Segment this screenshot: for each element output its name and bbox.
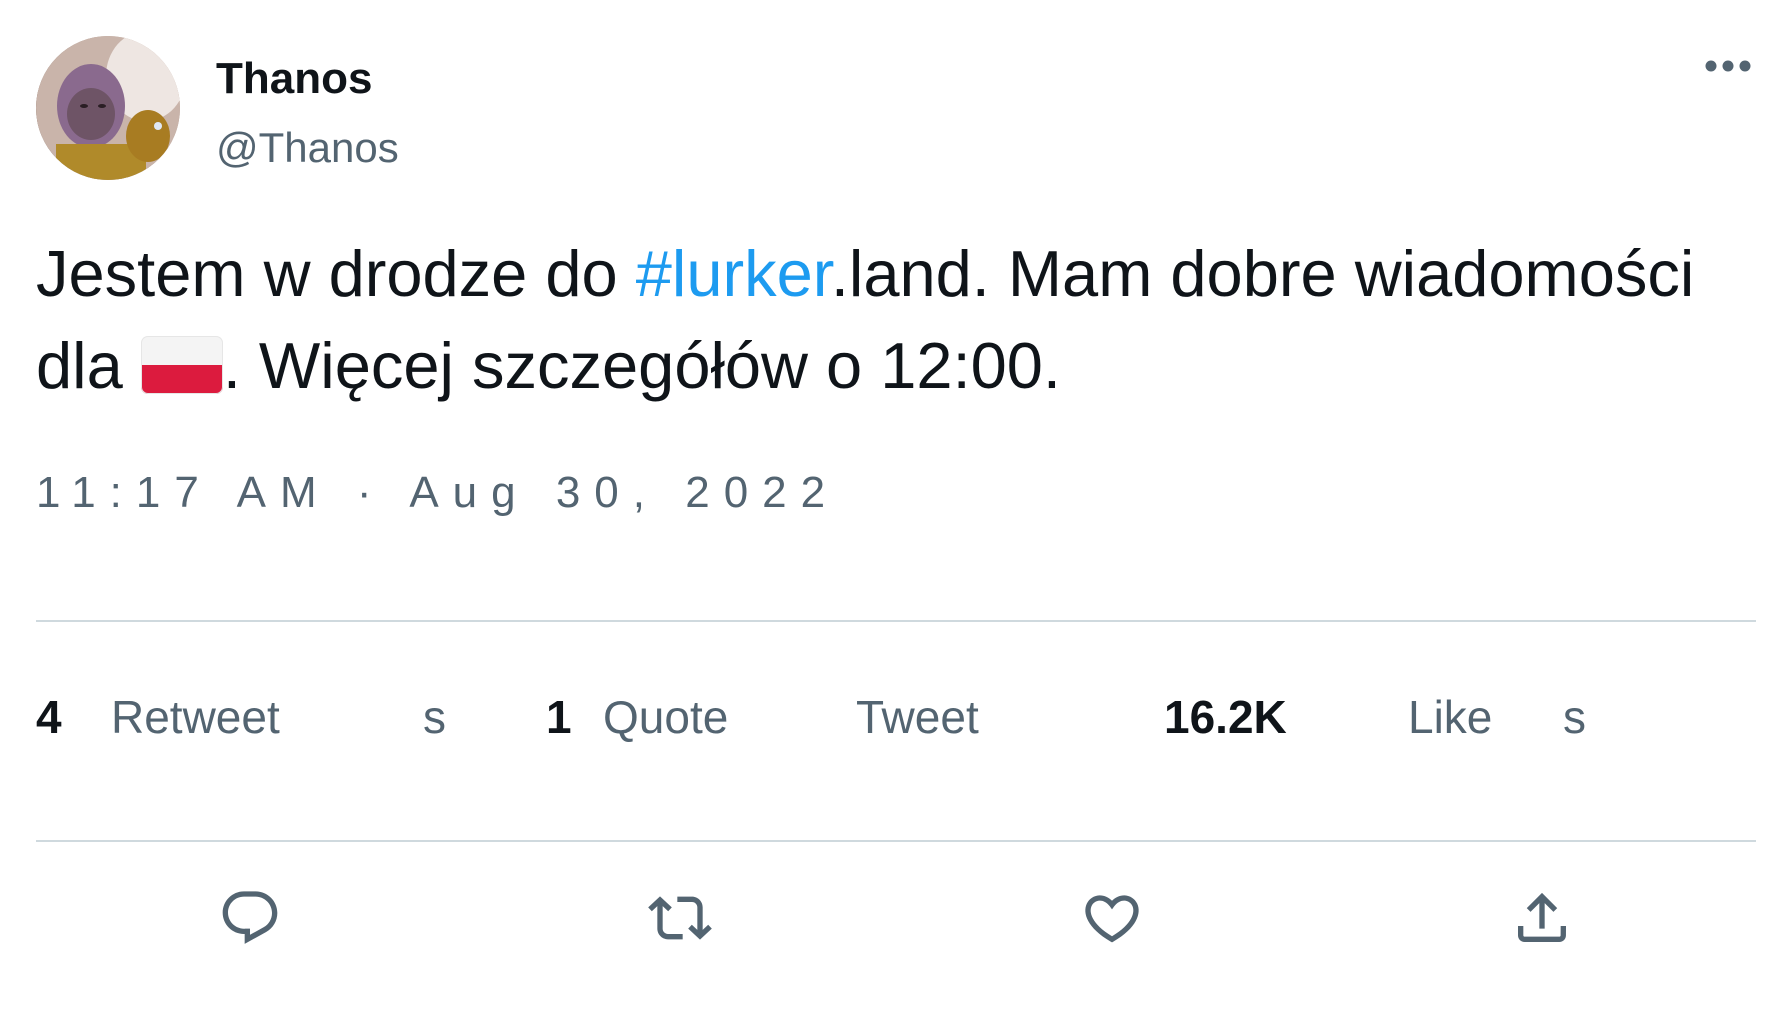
retweet-button[interactable] <box>640 878 720 958</box>
share-icon <box>1518 892 1566 942</box>
reply-button[interactable] <box>210 878 290 958</box>
divider-top <box>36 620 1756 622</box>
tweet-text: Jestem w drodze do #lurker.land. Mam dob… <box>36 228 1736 412</box>
retweets-label[interactable]: Retweet <box>111 690 280 744</box>
quotes-label-tweet[interactable]: Tweet <box>856 690 979 744</box>
likes-label-suffix[interactable]: s <box>1563 690 1586 744</box>
likes-count[interactable]: 16.2K <box>1164 690 1287 744</box>
poland-flag-icon <box>140 336 223 394</box>
retweet-icon <box>648 896 712 940</box>
like-button[interactable] <box>1072 878 1152 958</box>
likes-label[interactable]: Like <box>1408 690 1492 744</box>
heart-icon <box>1085 895 1139 943</box>
display-name[interactable]: Thanos <box>216 54 372 104</box>
hashtag-link[interactable]: #lurker <box>636 237 831 310</box>
retweets-label-suffix[interactable]: s <box>423 690 446 744</box>
user-handle[interactable]: @Thanos <box>216 124 399 172</box>
engagement-stats: 4 Retweet s 1 Quote Tweet 16.2K Like s <box>36 690 1756 750</box>
reply-icon <box>222 891 278 944</box>
quotes-count[interactable]: 1 <box>546 690 572 744</box>
retweets-count[interactable]: 4 <box>36 690 62 744</box>
divider-bottom <box>36 840 1756 842</box>
avatar[interactable] <box>36 36 180 180</box>
tweet-text-part3: . Więcej szczegółów o 12:00. <box>222 329 1061 402</box>
action-bar <box>0 878 1788 958</box>
tweet-timestamp[interactable]: 11:17 AM · Aug 30, 2022 <box>36 468 839 518</box>
tweet-text-part1: Jestem w drodze do <box>36 237 636 310</box>
more-options-button[interactable] <box>1698 48 1758 84</box>
quotes-label[interactable]: Quote <box>603 690 728 744</box>
tweet-card: Thanos @Thanos Jestem w drodze do #lurke… <box>0 0 1788 1023</box>
share-button[interactable] <box>1502 878 1582 958</box>
more-dots-icon <box>1705 60 1751 72</box>
avatar-image <box>36 36 180 180</box>
